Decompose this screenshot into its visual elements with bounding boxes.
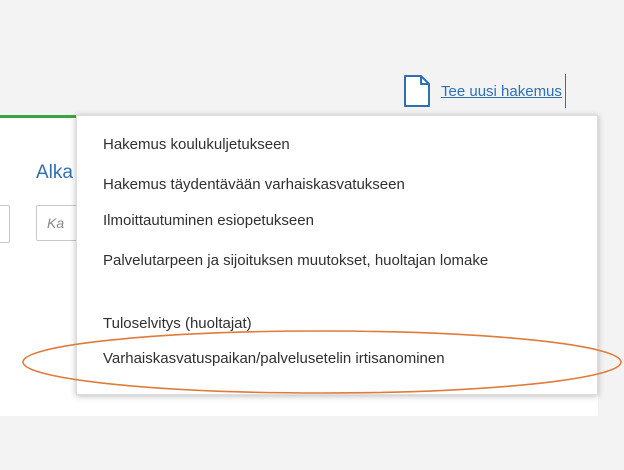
filter-input-left[interactable] [0, 205, 10, 243]
panel-heading: Alka [36, 162, 73, 183]
menu-item-school-transport[interactable]: Hakemus koulukuljetukseen [103, 135, 577, 155]
new-application-label: Tee uusi hakemus [441, 82, 562, 100]
document-icon [404, 75, 430, 107]
new-application-button[interactable]: Tee uusi hakemus [402, 74, 566, 108]
menu-item-preschool-enrollment[interactable]: Ilmoittautuminen esiopetukseen [103, 211, 577, 231]
panel-accent-bar [0, 115, 78, 118]
menu-item-income-statement[interactable]: Tuloselvitys (huoltajat) [103, 314, 577, 334]
new-application-dropdown-menu: Hakemus koulukuljetukseen Hakemus täyden… [76, 115, 598, 395]
menu-item-service-needs-changes[interactable]: Palvelutarpeen ja sijoituksen muutokset,… [103, 251, 577, 271]
menu-item-supplementary-early-education[interactable]: Hakemus täydentävään varhaiskasvatukseen [103, 175, 577, 195]
menu-item-early-education-termination[interactable]: Varhaiskasvatuspaikan/palvelusetelin irt… [103, 349, 577, 369]
